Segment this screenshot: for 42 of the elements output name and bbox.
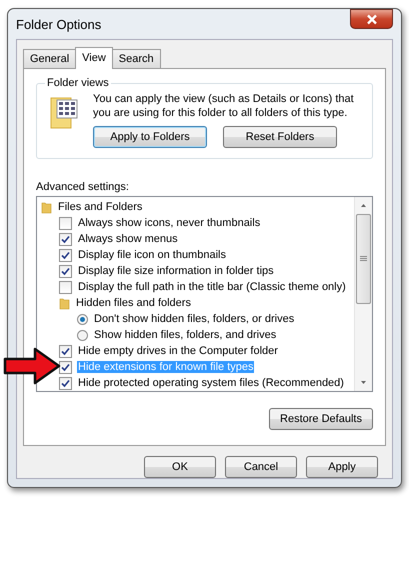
close-button[interactable] [350,9,393,29]
setting-label[interactable]: Hidden files and folders [75,297,192,309]
checkbox[interactable] [59,360,72,374]
grip-icon [360,256,367,262]
setting-label[interactable]: Don't show hidden files, folders, or drives [93,313,296,325]
group-title: Folder views [45,77,111,89]
description-text: You can apply the view (such as Details or Icons) that you are using for this folder to all folders of this type. [93,92,355,120]
radio-button[interactable] [77,330,88,340]
setting-label[interactable]: Files and Folders [57,201,144,213]
dialog-button[interactable]: OK [144,456,216,478]
radio-button[interactable] [77,314,88,324]
pointer-arrow [3,346,61,386]
tab[interactable]: Search [112,49,161,68]
checkbox[interactable] [59,248,72,262]
setting-label[interactable]: Show hidden files, folders, and drives [93,329,278,341]
checkbox[interactable] [59,376,72,390]
window-title: Folder Options [16,16,102,32]
restore-defaults-button[interactable]: Restore Defaults [269,408,373,430]
folder-icon [59,296,70,310]
checkbox[interactable] [59,264,72,278]
dialog-button[interactable]: Cancel [225,456,297,478]
section-label: Advanced settings: [36,181,130,193]
dialog-button[interactable]: Apply [306,456,378,478]
folder-icon [41,200,52,214]
tab[interactable]: View [75,47,113,69]
setting-label[interactable]: Hide protected operating system files (Recommended) [77,377,345,389]
scrollbar[interactable] [354,197,372,391]
setting-label[interactable]: Always show icons, never thumbnails [77,217,262,229]
tab[interactable]: General [23,49,76,68]
setting-label[interactable]: Always show menus [77,233,179,245]
setting-label[interactable]: Display the full path in the title bar (Classic theme only) [77,281,347,293]
checkbox[interactable] [59,232,72,246]
setting-label[interactable]: Hide empty drives in the Computer folder [77,345,279,357]
close-icon [366,14,378,24]
setting-label[interactable]: Display file icon on thumbnails [77,249,227,261]
folder-button[interactable]: Apply to Folders [93,126,207,148]
checkbox[interactable] [59,280,72,294]
folder-button[interactable]: Reset Folders [223,126,337,148]
scroll-thumb[interactable] [356,214,371,304]
setting-label[interactable]: Display file size information in folder tips [77,265,275,277]
checkbox[interactable] [59,344,72,358]
checkbox[interactable] [59,216,72,230]
